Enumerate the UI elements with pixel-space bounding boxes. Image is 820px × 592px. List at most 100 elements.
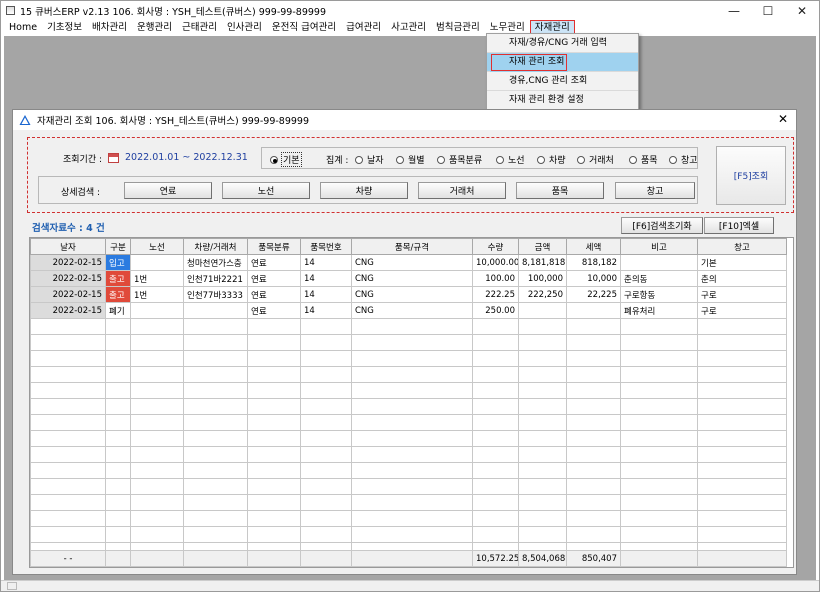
cell-tax[interactable]: 818,182 (566, 254, 621, 271)
menu-basic-info[interactable]: 기초정보 (42, 20, 87, 35)
cell-quantity[interactable]: 250.00 (472, 302, 519, 319)
cell-item-number[interactable]: 14 (300, 302, 352, 319)
calendar-icon[interactable] (108, 153, 119, 163)
cell-note[interactable] (620, 254, 698, 271)
cell-amount[interactable]: 100,000 (518, 270, 567, 287)
col-header-quantity[interactable]: 수량 (472, 238, 519, 255)
table-row[interactable]: 2022-02-15 입고 청마천연가스충 연료 14 CNG 10,000.00 8,181… (30, 254, 787, 271)
cell-quantity[interactable]: 100.00 (472, 270, 519, 287)
excel-export-button[interactable]: [F10]엑셀 (704, 217, 774, 234)
cell-amount[interactable]: 222,250 (518, 286, 567, 303)
radio-date[interactable]: 날자 (355, 153, 384, 166)
cell-warehouse[interactable]: 기본 (697, 254, 787, 271)
cell-item-number[interactable]: 14 (300, 286, 352, 303)
menu-attendance[interactable]: 근태관리 (177, 20, 222, 35)
radio-item[interactable]: 품목 (629, 153, 658, 166)
cell-item-spec[interactable]: CNG (351, 302, 473, 319)
radio-warehouse[interactable]: 창고 (669, 153, 698, 166)
item-filter-button[interactable]: 품목 (516, 182, 604, 199)
radio-monthly[interactable]: 월별 (396, 153, 425, 166)
child-close-button[interactable]: ✕ (778, 112, 788, 126)
radio-item-category[interactable]: 품목분류 (437, 153, 482, 166)
cell-date[interactable]: 2022-02-15 (30, 254, 106, 271)
cell-route[interactable]: 1번 (130, 286, 184, 303)
menu-hr[interactable]: 인사관리 (222, 20, 267, 35)
radio-vendor[interactable]: 거래처 (577, 153, 614, 166)
minimize-button[interactable]: — (717, 1, 751, 20)
radio-basic[interactable]: 기본 (270, 152, 302, 167)
route-filter-button[interactable]: 노선 (222, 182, 310, 199)
menu-dispatch[interactable]: 배차관리 (87, 20, 132, 35)
cell-route[interactable]: 1번 (130, 270, 184, 287)
col-header-item-number[interactable]: 품목번호 (300, 238, 352, 255)
menu-home[interactable]: Home (4, 20, 42, 35)
cell-route[interactable] (130, 254, 184, 271)
cell-item-category[interactable]: 연료 (247, 302, 301, 319)
vendor-filter-button[interactable]: 거래처 (418, 182, 506, 199)
col-header-note[interactable]: 비고 (620, 238, 698, 255)
cell-amount[interactable] (518, 302, 567, 319)
fuel-filter-button[interactable]: 연료 (124, 182, 212, 199)
cell-tax[interactable]: 22,225 (566, 286, 621, 303)
dropdown-item-transaction-input[interactable]: 자재/경유/CNG 거래 입력 (487, 34, 638, 53)
table-row[interactable]: 2022-02-15 출고 1번 인천71바2221 연료 14 CNG 100.00 100,… (30, 270, 787, 287)
col-header-route[interactable]: 노선 (130, 238, 184, 255)
cell-vehicle-vendor[interactable]: 인천77바3333 (183, 286, 248, 303)
cell-tax[interactable]: 10,000 (566, 270, 621, 287)
menu-driver-payroll[interactable]: 운전직 급여관리 (267, 20, 341, 35)
cell-note[interactable]: 폐유처리 (620, 302, 698, 319)
close-button[interactable]: ✕ (785, 1, 819, 20)
cell-type[interactable]: 출고 (105, 270, 131, 287)
cell-type[interactable]: 출고 (105, 286, 131, 303)
cell-warehouse[interactable]: 춘의 (697, 270, 787, 287)
search-button[interactable]: [F5]조회 (716, 146, 786, 205)
radio-vehicle[interactable]: 차량 (537, 153, 566, 166)
cell-date[interactable]: 2022-02-15 (30, 286, 106, 303)
col-header-amount[interactable]: 금액 (518, 238, 567, 255)
cell-item-spec[interactable]: CNG (351, 254, 473, 271)
cell-item-spec[interactable]: CNG (351, 286, 473, 303)
radio-route[interactable]: 노선 (496, 153, 525, 166)
cell-route[interactable] (130, 302, 184, 319)
cell-warehouse[interactable]: 구로 (697, 302, 787, 319)
cell-item-number[interactable]: 14 (300, 270, 352, 287)
cell-warehouse[interactable]: 구로 (697, 286, 787, 303)
menu-payroll[interactable]: 급여관리 (341, 20, 386, 35)
menu-operation[interactable]: 운행관리 (132, 20, 177, 35)
cell-item-category[interactable]: 연료 (247, 270, 301, 287)
cell-quantity[interactable]: 10,000.00 (472, 254, 519, 271)
cell-item-spec[interactable]: CNG (351, 270, 473, 287)
cell-date[interactable]: 2022-02-15 (30, 302, 106, 319)
cell-item-number[interactable]: 14 (300, 254, 352, 271)
cell-vehicle-vendor[interactable]: 청마천연가스충 (183, 254, 248, 271)
cell-type[interactable]: 입고 (105, 254, 131, 271)
warehouse-filter-button[interactable]: 창고 (615, 182, 695, 199)
menu-accident[interactable]: 사고관리 (386, 20, 431, 35)
reset-search-button[interactable]: [F6]검색초기화 (621, 217, 703, 234)
cell-quantity[interactable]: 222.25 (472, 286, 519, 303)
dropdown-item-settings[interactable]: 자재 관리 환경 설정 (487, 91, 638, 110)
col-header-type[interactable]: 구분 (105, 238, 131, 255)
col-header-date[interactable]: 날자 (30, 238, 106, 255)
cell-item-category[interactable]: 연료 (247, 286, 301, 303)
cell-vehicle-vendor[interactable] (183, 302, 248, 319)
col-header-warehouse[interactable]: 창고 (697, 238, 787, 255)
cell-type[interactable]: 폐기 (105, 302, 131, 319)
dropdown-item-fuel-query[interactable]: 경유,CNG 관리 조회 (487, 72, 638, 91)
table-row[interactable]: 2022-02-15 폐기 연료 14 CNG 250.00 폐유처리 구로 (30, 302, 787, 319)
cell-vehicle-vendor[interactable]: 인천71바2221 (183, 270, 248, 287)
col-header-item-category[interactable]: 품목분류 (247, 238, 301, 255)
cell-amount[interactable]: 8,181,818 (518, 254, 567, 271)
cell-tax[interactable] (566, 302, 621, 319)
col-header-vehicle-vendor[interactable]: 차량/거래처 (183, 238, 248, 255)
col-header-tax[interactable]: 세액 (566, 238, 621, 255)
results-grid[interactable]: 날자 구분 노선 차량/거래처 품목분류 품목번호 품목/규격 수량 금액 세액… (29, 237, 794, 568)
date-range[interactable]: 2022.01.01 ~ 2022.12.31 (125, 152, 248, 163)
col-header-item-spec[interactable]: 품목/규격 (351, 238, 473, 255)
cell-date[interactable]: 2022-02-15 (30, 270, 106, 287)
vehicle-filter-button[interactable]: 차량 (320, 182, 408, 199)
maximize-button[interactable]: ☐ (751, 1, 785, 20)
cell-note[interactable]: 구로항동 (620, 286, 698, 303)
cell-note[interactable]: 춘의동 (620, 270, 698, 287)
cell-item-category[interactable]: 연료 (247, 254, 301, 271)
